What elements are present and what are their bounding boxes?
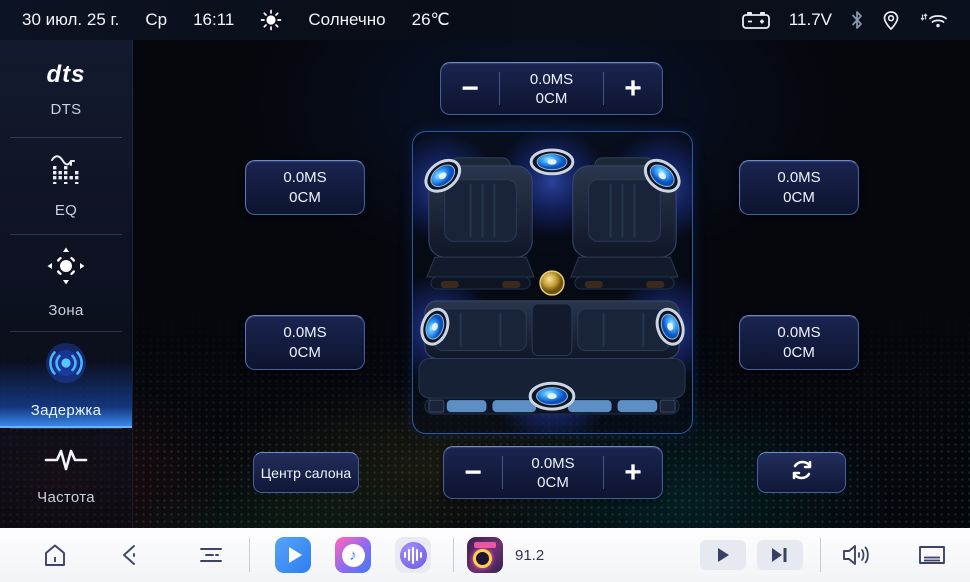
delay-cm-value: 0CM <box>536 90 568 107</box>
delay-cm-value: 0CM <box>537 474 569 491</box>
wifi-icon <box>918 10 948 30</box>
delay-ms-value: 0.0MS <box>530 71 573 88</box>
delay-cm-value: 0CM <box>289 189 321 206</box>
back-button[interactable] <box>108 533 152 577</box>
sidebar-item-label: Частота <box>37 489 95 506</box>
status-time: 16:11 <box>193 10 234 30</box>
status-day: Ср <box>145 10 167 30</box>
radio-app-icon[interactable] <box>467 537 503 573</box>
screen-off-button[interactable] <box>910 533 954 577</box>
radio-slot-decor <box>474 542 496 548</box>
front-right-delay-box[interactable]: 0.0MS 0CM <box>739 160 859 215</box>
front-left-delay-box[interactable]: 0.0MS 0CM <box>245 160 365 215</box>
car-battery-icon <box>741 10 771 30</box>
front-center-delay-value: 0.0MS 0CM <box>500 63 603 114</box>
radio-frequency: 91.2 <box>515 547 544 564</box>
weather-condition: Солнечно <box>308 10 385 30</box>
car-cabin-speaker-diagram <box>412 131 693 434</box>
waveform-icon <box>400 542 427 569</box>
music-note-icon: ♪ <box>342 544 365 567</box>
sidebar-item-dts[interactable]: dts DTS <box>0 40 132 137</box>
delay-cm-value: 0CM <box>289 344 321 361</box>
delay-cm-value: 0CM <box>783 344 815 361</box>
rear-center-delay-value: 0.0MS 0CM <box>503 447 603 498</box>
reset-icon <box>789 457 815 488</box>
delay-ms-value: 0.0MS <box>531 455 574 472</box>
front-center-minus-button[interactable]: − <box>441 63 499 114</box>
rear-center-plus-button[interactable]: + <box>604 447 662 498</box>
sidebar-item-label: DTS <box>51 101 82 118</box>
video-player-app-icon[interactable] <box>275 537 311 573</box>
head-unit-screen: 30 июл. 25 г. Ср 16:11 Солнечно 26℃ <box>0 0 970 582</box>
reset-delays-button[interactable] <box>757 452 846 493</box>
front-center-delay-stepper: − 0.0MS 0CM + <box>440 62 663 115</box>
status-bar: 30 июл. 25 г. Ср 16:11 Солнечно 26℃ <box>0 0 970 40</box>
sidebar-item-delay[interactable]: Задержка <box>0 331 132 428</box>
listening-position-button[interactable]: Центр салона <box>253 452 359 493</box>
frequency-wave-icon <box>44 447 88 478</box>
dock-divider <box>453 538 454 572</box>
sun-icon <box>260 9 282 31</box>
dock-divider <box>820 538 821 572</box>
bluetooth-icon <box>850 10 864 30</box>
rear-center-delay-stepper: − 0.0MS 0CM + <box>443 446 663 499</box>
volume-button[interactable] <box>833 533 877 577</box>
rear-center-minus-button[interactable]: − <box>444 447 502 498</box>
listening-position-label: Центр салона <box>261 465 351 481</box>
rear-right-delay-box[interactable]: 0.0MS 0CM <box>739 315 859 370</box>
zone-crosshair-icon <box>46 246 86 291</box>
eq-bars-icon <box>48 152 84 191</box>
recent-apps-button[interactable] <box>189 533 233 577</box>
sidebar-item-zone[interactable]: Зона <box>0 234 132 331</box>
radio-speaker-ring-icon <box>473 549 492 568</box>
sidebar: dts DTS EQ <box>0 40 133 528</box>
delay-ms-value: 0.0MS <box>777 324 820 341</box>
play-pause-button[interactable] <box>700 540 746 570</box>
front-center-plus-button[interactable]: + <box>604 63 662 114</box>
sidebar-item-label: Задержка <box>31 402 102 419</box>
music-app-icon[interactable]: ♪ <box>335 537 371 573</box>
play-triangle-icon <box>289 547 302 563</box>
sidebar-item-eq[interactable]: EQ <box>0 137 132 234</box>
delay-cm-value: 0CM <box>783 189 815 206</box>
delay-ms-value: 0.0MS <box>283 169 326 186</box>
sidebar-item-frequency[interactable]: Частота <box>0 428 132 525</box>
delay-ms-value: 0.0MS <box>777 169 820 186</box>
status-date: 30 июл. 25 г. <box>22 10 119 30</box>
bottom-dock: ♪ 91.2 <box>0 528 970 582</box>
rear-left-delay-box[interactable]: 0.0MS 0CM <box>245 315 365 370</box>
dsp-voice-app-icon[interactable] <box>395 537 431 573</box>
delay-signal-icon <box>43 340 89 391</box>
next-track-button[interactable] <box>757 540 803 570</box>
sidebar-item-label: Зона <box>48 302 83 319</box>
dock-divider <box>249 538 250 572</box>
dts-logo: dts <box>47 60 86 90</box>
delay-ms-value: 0.0MS <box>283 324 326 341</box>
battery-voltage: 11.7V <box>789 10 832 30</box>
temperature: 26℃ <box>412 10 450 30</box>
home-button[interactable] <box>33 533 77 577</box>
sidebar-item-label: EQ <box>55 202 77 219</box>
location-icon <box>882 10 900 31</box>
